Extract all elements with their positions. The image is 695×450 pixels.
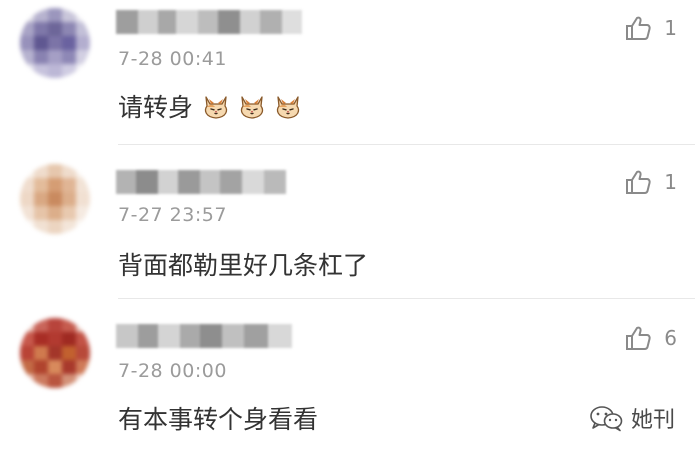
comment-timestamp: 7-27 23:57 [118,204,227,226]
comment-text-label: 请转身 [118,93,194,122]
username-redacted[interactable] [116,10,302,34]
username-redacted[interactable] [116,170,286,194]
like-count: 1 [664,16,677,40]
comment-text: 有本事转个身看看 [118,400,318,436]
like-count: 1 [664,170,677,194]
like-button[interactable]: 6 [624,324,677,352]
comment-text-label: 有本事转个身看看 [118,405,319,434]
comment-divider [118,298,695,299]
comment-text: 背面都勒里好几条杠了 [118,246,368,282]
like-button[interactable]: 1 [624,14,677,42]
thumbs-up-icon [626,16,651,40]
cat-face-icon [276,96,300,119]
cat-face-icon [204,96,228,119]
wechat-icon [590,406,623,432]
comment-text: 请转身 [118,88,303,124]
avatar[interactable] [20,164,90,234]
avatar[interactable] [20,8,90,78]
watermark: 她刊 [589,402,675,434]
avatar[interactable] [20,318,90,388]
thumbs-up-icon [626,170,651,194]
like-count: 6 [664,326,677,350]
comment-timestamp: 7-28 00:00 [118,360,227,382]
cat-face-icon [240,96,264,119]
comment-text-label: 背面都勒里好几条杠了 [118,251,369,280]
thumbs-up-icon [626,326,651,350]
comment-divider [118,144,695,145]
comment-timestamp: 7-28 00:41 [118,48,227,70]
like-button[interactable]: 1 [624,168,677,196]
username-redacted[interactable] [116,324,292,348]
comment-list: 7-28 00:41 请转身 1 7-27 23:57 背面都勒里好几条杠了 1… [0,0,695,450]
watermark-label: 她刊 [630,408,675,433]
emoji-row [195,91,303,121]
